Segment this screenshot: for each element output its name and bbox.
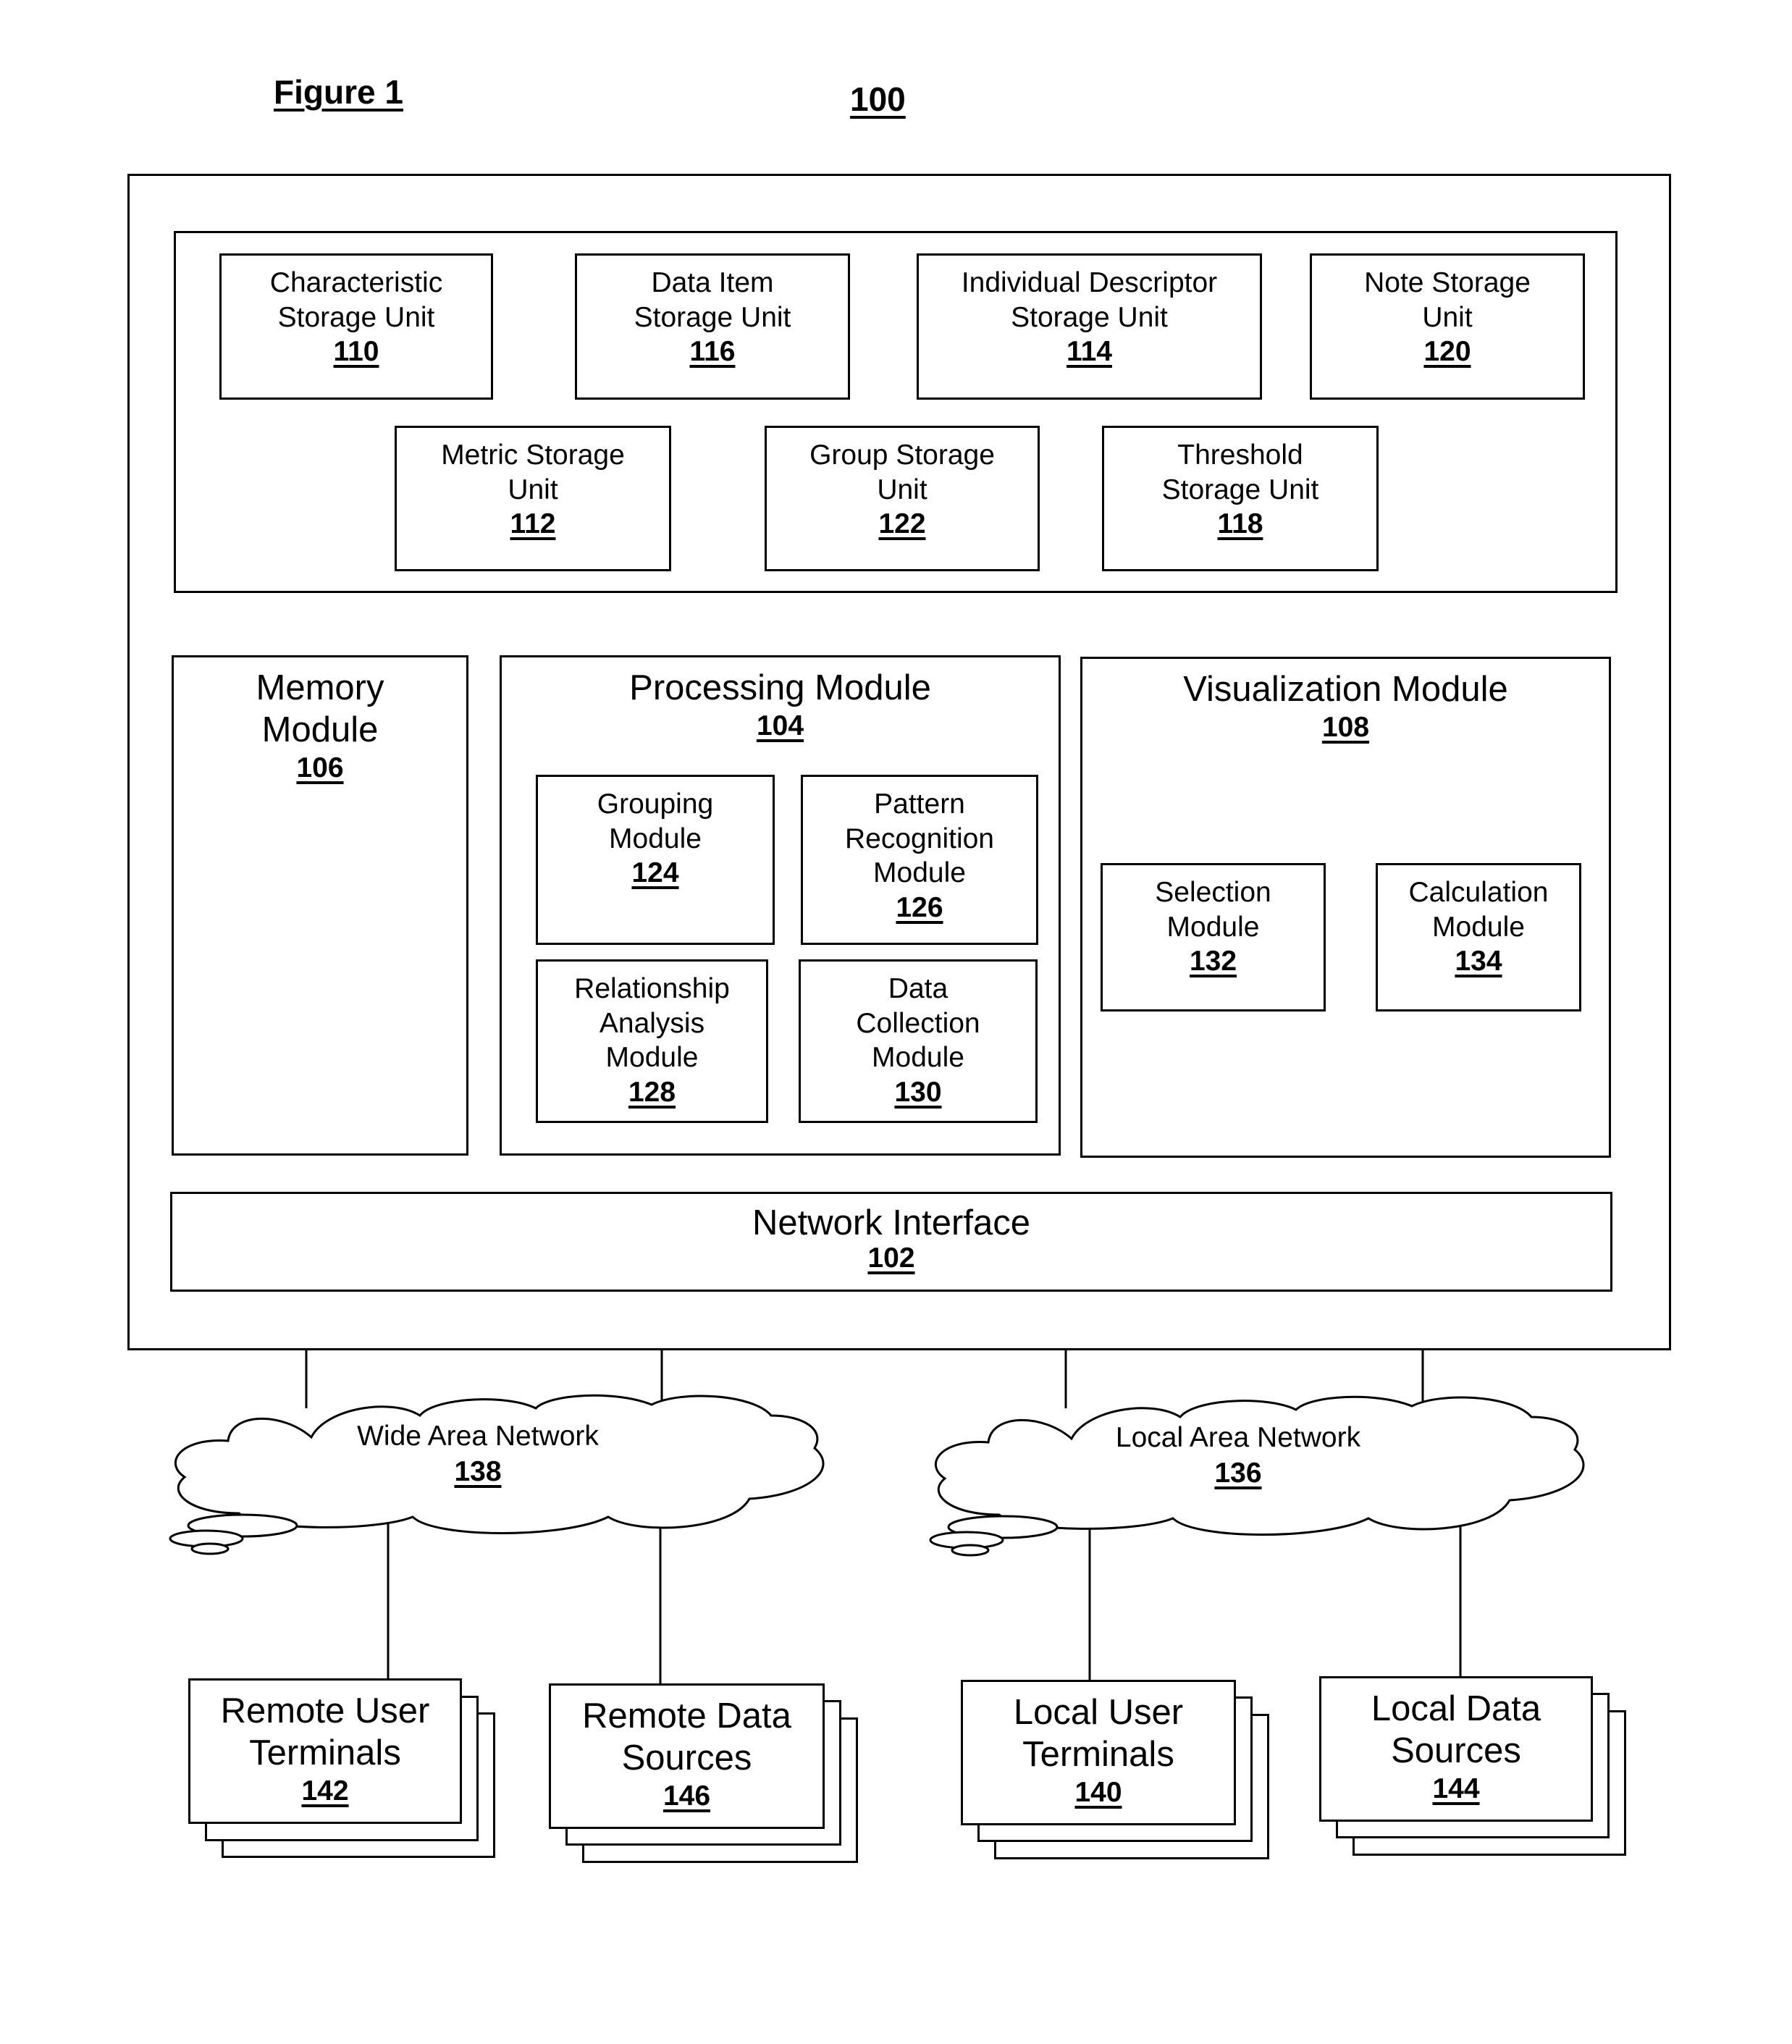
- local-user-terminals: Local User Terminals 140: [961, 1680, 1236, 1825]
- local-data-sources-label-line-2: Sources: [1391, 1730, 1521, 1770]
- calculation-module-label-line-2: Module: [1432, 911, 1525, 943]
- remote-data-sources-label-line-2: Sources: [621, 1738, 752, 1778]
- calculation-module-label-line-1: Calculation: [1408, 877, 1549, 908]
- visualization-module-title: Visualization Module: [1183, 670, 1508, 709]
- grouping-module-ref: 124: [631, 857, 679, 889]
- remote-user-terminals-label-line-2: Terminals: [249, 1733, 401, 1772]
- individual-descriptor-storage-unit-label-line-1: Individual Descriptor: [961, 267, 1218, 298]
- characteristic-storage-unit-ref: 110: [333, 336, 379, 368]
- local-data-sources: Local Data Sources 144: [1319, 1676, 1593, 1822]
- threshold-storage-unit: Threshold Storage Unit 118: [1102, 426, 1379, 571]
- characteristic-storage-unit-label-line-2: Storage Unit: [277, 301, 435, 333]
- metric-storage-unit-ref: 112: [510, 508, 556, 540]
- local-user-terminals-ref: 140: [1074, 1776, 1122, 1808]
- remote-user-terminals-ref: 142: [301, 1775, 349, 1807]
- group-storage-unit-label-line-2: Unit: [877, 474, 927, 505]
- remote-data-sources-label-line-1: Remote Data: [582, 1696, 791, 1736]
- memory-module: Memory Module 106: [172, 655, 468, 1156]
- processing-module-ref: 104: [756, 710, 804, 741]
- memory-module-ref: 106: [296, 752, 344, 783]
- wide-area-network-ref: 138: [454, 1455, 502, 1487]
- relationship-analysis-module-label-line-1: Relationship: [574, 973, 730, 1004]
- local-area-network: Local Area Network 136: [1079, 1421, 1397, 1492]
- system-reference-number: 100: [850, 80, 906, 118]
- local-area-network-title: Local Area Network: [1115, 1422, 1361, 1453]
- note-storage-unit: Note Storage Unit 120: [1310, 253, 1585, 400]
- metric-storage-unit-label-line-1: Metric Storage: [441, 439, 625, 471]
- selection-module-ref: 132: [1189, 946, 1237, 977]
- local-data-sources-ref: 144: [1432, 1772, 1480, 1804]
- processing-module-title: Processing Module: [629, 668, 931, 707]
- relationship-analysis-module: Relationship Analysis Module 128: [536, 959, 768, 1123]
- pattern-recognition-module-ref: 126: [896, 891, 943, 923]
- network-interface-title: Network Interface: [752, 1203, 1030, 1242]
- characteristic-storage-unit-label-line-1: Characteristic: [269, 267, 443, 298]
- data-item-storage-unit: Data Item Storage Unit 116: [575, 253, 850, 400]
- calculation-module: Calculation Module 134: [1376, 863, 1581, 1012]
- pattern-recognition-module-label-line-3: Module: [873, 857, 966, 889]
- local-user-terminals-label-line-2: Terminals: [1022, 1734, 1174, 1774]
- data-collection-module-label-line-1: Data: [888, 973, 948, 1004]
- note-storage-unit-label-line-2: Unit: [1422, 301, 1473, 333]
- network-interface: Network Interface 102: [170, 1192, 1612, 1292]
- data-collection-module-ref: 130: [894, 1076, 942, 1108]
- grouping-module-label-line-1: Grouping: [597, 788, 714, 820]
- wide-area-network: Wide Area Network 138: [319, 1419, 637, 1490]
- data-item-storage-unit-ref: 116: [689, 336, 736, 368]
- threshold-storage-unit-ref: 118: [1217, 508, 1263, 540]
- local-data-sources-label-line-1: Local Data: [1371, 1689, 1541, 1728]
- relationship-analysis-module-label-line-3: Module: [605, 1042, 699, 1074]
- individual-descriptor-storage-unit: Individual Descriptor Storage Unit 114: [917, 253, 1262, 400]
- group-storage-unit-label-line-1: Group Storage: [809, 439, 995, 471]
- selection-module-label-line-2: Module: [1166, 911, 1260, 943]
- data-collection-module-label-line-2: Collection: [856, 1007, 980, 1039]
- metric-storage-unit: Metric Storage Unit 112: [395, 426, 671, 571]
- note-storage-unit-ref: 120: [1423, 336, 1471, 368]
- threshold-storage-unit-label-line-2: Storage Unit: [1161, 474, 1319, 505]
- relationship-analysis-module-label-line-2: Analysis: [599, 1007, 705, 1039]
- figure-title: Figure 1: [274, 73, 403, 111]
- selection-module-label-line-1: Selection: [1155, 877, 1271, 908]
- calculation-module-ref: 134: [1455, 946, 1502, 977]
- group-storage-unit-ref: 122: [878, 508, 926, 540]
- threshold-storage-unit-label-line-1: Threshold: [1177, 439, 1303, 471]
- group-storage-unit: Group Storage Unit 122: [765, 426, 1040, 571]
- data-item-storage-unit-label-line-1: Data Item: [651, 267, 774, 298]
- local-user-terminals-label-line-1: Local User: [1013, 1693, 1184, 1732]
- memory-module-label-line-2: Module: [261, 710, 379, 749]
- individual-descriptor-storage-unit-label-line-2: Storage Unit: [1011, 301, 1168, 333]
- pattern-recognition-module-label-line-1: Pattern: [874, 788, 965, 820]
- note-storage-unit-label-line-1: Note Storage: [1364, 267, 1531, 298]
- remote-data-sources-ref: 146: [662, 1780, 711, 1812]
- network-interface-ref: 102: [867, 1242, 915, 1274]
- remote-data-sources: Remote Data Sources 146: [549, 1683, 825, 1829]
- local-area-network-ref: 136: [1214, 1457, 1262, 1489]
- wide-area-network-title: Wide Area Network: [357, 1421, 599, 1452]
- pattern-recognition-module: Pattern Recognition Module 126: [801, 775, 1038, 945]
- individual-descriptor-storage-unit-ref: 114: [1067, 336, 1112, 368]
- data-collection-module-label-line-3: Module: [872, 1042, 964, 1074]
- selection-module: Selection Module 132: [1101, 863, 1326, 1012]
- grouping-module: Grouping Module 124: [536, 775, 775, 945]
- metric-storage-unit-label-line-2: Unit: [508, 474, 558, 505]
- remote-user-terminals: Remote User Terminals 142: [188, 1678, 462, 1824]
- data-collection-module: Data Collection Module 130: [799, 959, 1038, 1123]
- characteristic-storage-unit: Characteristic Storage Unit 110: [219, 253, 493, 400]
- relationship-analysis-module-ref: 128: [628, 1076, 676, 1108]
- grouping-module-label-line-2: Module: [609, 823, 702, 854]
- data-item-storage-unit-label-line-2: Storage Unit: [634, 301, 791, 333]
- memory-module-label-line-1: Memory: [256, 668, 384, 707]
- pattern-recognition-module-label-line-2: Recognition: [845, 823, 994, 854]
- visualization-module-ref: 108: [1321, 711, 1370, 743]
- remote-user-terminals-label-line-1: Remote User: [220, 1691, 430, 1730]
